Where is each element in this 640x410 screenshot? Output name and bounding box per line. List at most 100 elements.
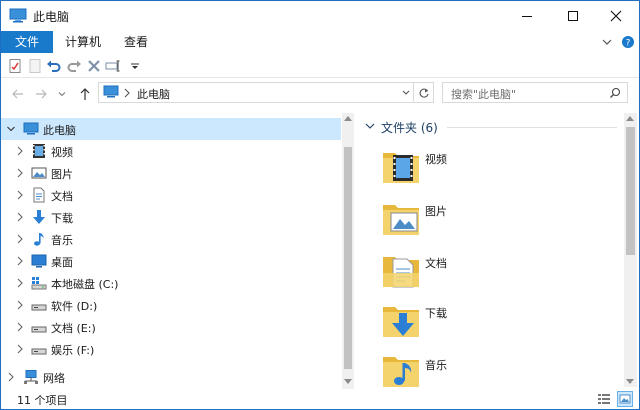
properties-icon[interactable]	[7, 58, 23, 74]
chevron-right-icon[interactable]	[15, 321, 25, 333]
tree-label: 娱乐 (F:)	[51, 344, 95, 357]
drive-icon	[31, 326, 47, 333]
tree-label: 网络	[43, 372, 65, 385]
chevron-right-icon[interactable]	[15, 189, 25, 201]
tree-item-pictures[interactable]: 图片	[1, 162, 341, 184]
scrollbar-thumb[interactable]	[344, 147, 352, 369]
this-pc-icon	[9, 8, 27, 23]
large-icons-view-icon[interactable]	[617, 391, 633, 407]
maximize-button[interactable]	[550, 1, 596, 31]
folder-label: 文档	[425, 257, 447, 270]
new-folder-icon[interactable]	[27, 58, 43, 74]
breadcrumb-this-pc[interactable]: 此电脑	[137, 86, 170, 102]
navigation-pane-scrollbar[interactable]	[342, 113, 354, 389]
group-divider	[447, 127, 617, 128]
desktop-folder-icon	[31, 254, 47, 268]
content-pane-scrollbar[interactable]	[624, 113, 637, 387]
this-pc-icon	[23, 122, 39, 135]
documents-folder-icon	[383, 257, 419, 288]
chevron-right-icon[interactable]	[15, 167, 25, 179]
refresh-icon	[419, 88, 429, 98]
chevron-right-icon[interactable]	[15, 277, 25, 289]
forward-button[interactable]	[32, 85, 50, 103]
chevron-down-icon	[58, 92, 66, 97]
help-icon[interactable]: ?	[621, 35, 635, 49]
this-pc-icon	[103, 85, 119, 98]
window-title: 此电脑	[33, 10, 70, 24]
tree-item-music[interactable]: 音乐	[1, 228, 341, 250]
undo-icon[interactable]	[46, 58, 62, 74]
music-folder-icon	[383, 357, 419, 387]
navigation-pane: 此电脑 视频 图片 文档 下载 音乐 桌面 本地磁盘 (C:) 软件 (D:) …	[1, 113, 357, 389]
refresh-button[interactable]	[414, 82, 434, 103]
explorer-window: 此电脑 文件 计算机 查看 ? 此电脑 搜索"此电脑" 此电脑 视频 图片 文档…	[0, 0, 640, 410]
folder-tile-documents[interactable]: 文档	[381, 251, 581, 297]
chevron-down-icon	[365, 123, 375, 129]
breadcrumb-separator-icon[interactable]	[123, 88, 131, 98]
chevron-down-icon[interactable]	[6, 123, 16, 135]
downloads-folder-icon	[383, 307, 419, 337]
scroll-up-icon[interactable]	[626, 115, 634, 121]
chevron-right-icon[interactable]	[15, 343, 25, 355]
folder-tile-pictures[interactable]: 图片	[381, 199, 581, 245]
address-history-button[interactable]	[397, 82, 415, 103]
maximize-icon	[568, 11, 578, 21]
pictures-folder-icon	[31, 167, 47, 179]
details-view-icon[interactable]	[597, 392, 611, 406]
folder-label: 下载	[425, 307, 447, 320]
tree-label: 软件 (D:)	[51, 300, 98, 313]
chevron-right-icon[interactable]	[6, 371, 16, 383]
redo-icon[interactable]	[66, 58, 82, 74]
tab-file[interactable]: 文件	[1, 31, 53, 53]
tree-item-this-pc[interactable]: 此电脑	[1, 118, 341, 140]
tree-item-drive-f[interactable]: 娱乐 (F:)	[1, 338, 341, 360]
tab-computer[interactable]: 计算机	[57, 31, 109, 53]
customize-toolbar-icon[interactable]	[127, 58, 143, 74]
folder-label: 视频	[425, 153, 447, 166]
folder-label: 图片	[425, 205, 447, 218]
up-button[interactable]	[76, 85, 94, 103]
scroll-down-icon[interactable]	[344, 379, 352, 385]
tree-item-drive-d[interactable]: 软件 (D:)	[1, 294, 341, 316]
address-bar[interactable]: 此电脑	[98, 82, 414, 103]
recent-locations-button[interactable]	[53, 85, 71, 103]
folder-tile-downloads[interactable]: 下载	[381, 301, 581, 347]
chevron-right-icon[interactable]	[15, 145, 25, 157]
delete-icon[interactable]	[86, 58, 102, 74]
folder-tile-videos[interactable]: 视频	[381, 147, 581, 193]
documents-folder-icon	[33, 187, 45, 203]
chevron-right-icon[interactable]	[15, 299, 25, 311]
scroll-up-icon[interactable]	[344, 115, 352, 121]
tree-item-desktop[interactable]: 桌面	[1, 250, 341, 272]
quick-access-toolbar	[1, 54, 639, 78]
tree-label: 此电脑	[43, 124, 76, 137]
title-bar[interactable]: 此电脑	[1, 1, 639, 31]
chevron-right-icon[interactable]	[15, 233, 25, 245]
search-icon[interactable]	[609, 87, 621, 99]
expand-ribbon-icon[interactable]	[600, 35, 614, 49]
tree-item-downloads[interactable]: 下载	[1, 206, 341, 228]
tab-view[interactable]: 查看	[111, 31, 161, 53]
tree-label: 文档 (E:)	[51, 322, 96, 335]
tree-item-documents[interactable]: 文档	[1, 184, 341, 206]
scrollbar-thumb[interactable]	[626, 127, 635, 255]
pictures-folder-icon	[383, 205, 419, 235]
arrow-right-icon	[36, 89, 47, 99]
chevron-right-icon[interactable]	[15, 255, 25, 267]
back-button[interactable]	[9, 85, 27, 103]
tree-item-drive-e[interactable]: 文档 (E:)	[1, 316, 341, 338]
close-button[interactable]	[593, 1, 639, 31]
rename-icon[interactable]	[105, 58, 121, 74]
status-bar: 11 个项目	[1, 389, 639, 409]
minimize-button[interactable]	[504, 1, 550, 31]
chevron-right-icon[interactable]	[15, 211, 25, 223]
tree-item-drive-c[interactable]: 本地磁盘 (C:)	[1, 272, 341, 294]
system-drive-icon	[31, 277, 47, 290]
network-icon	[24, 370, 38, 384]
tree-label: 桌面	[51, 256, 73, 269]
ribbon-tabs: 文件 计算机 查看 ?	[1, 31, 639, 53]
scroll-down-icon[interactable]	[626, 379, 634, 385]
tree-item-videos[interactable]: 视频	[1, 140, 341, 162]
search-box[interactable]: 搜索"此电脑"	[442, 82, 628, 103]
tree-item-network[interactable]: 网络	[1, 366, 341, 388]
